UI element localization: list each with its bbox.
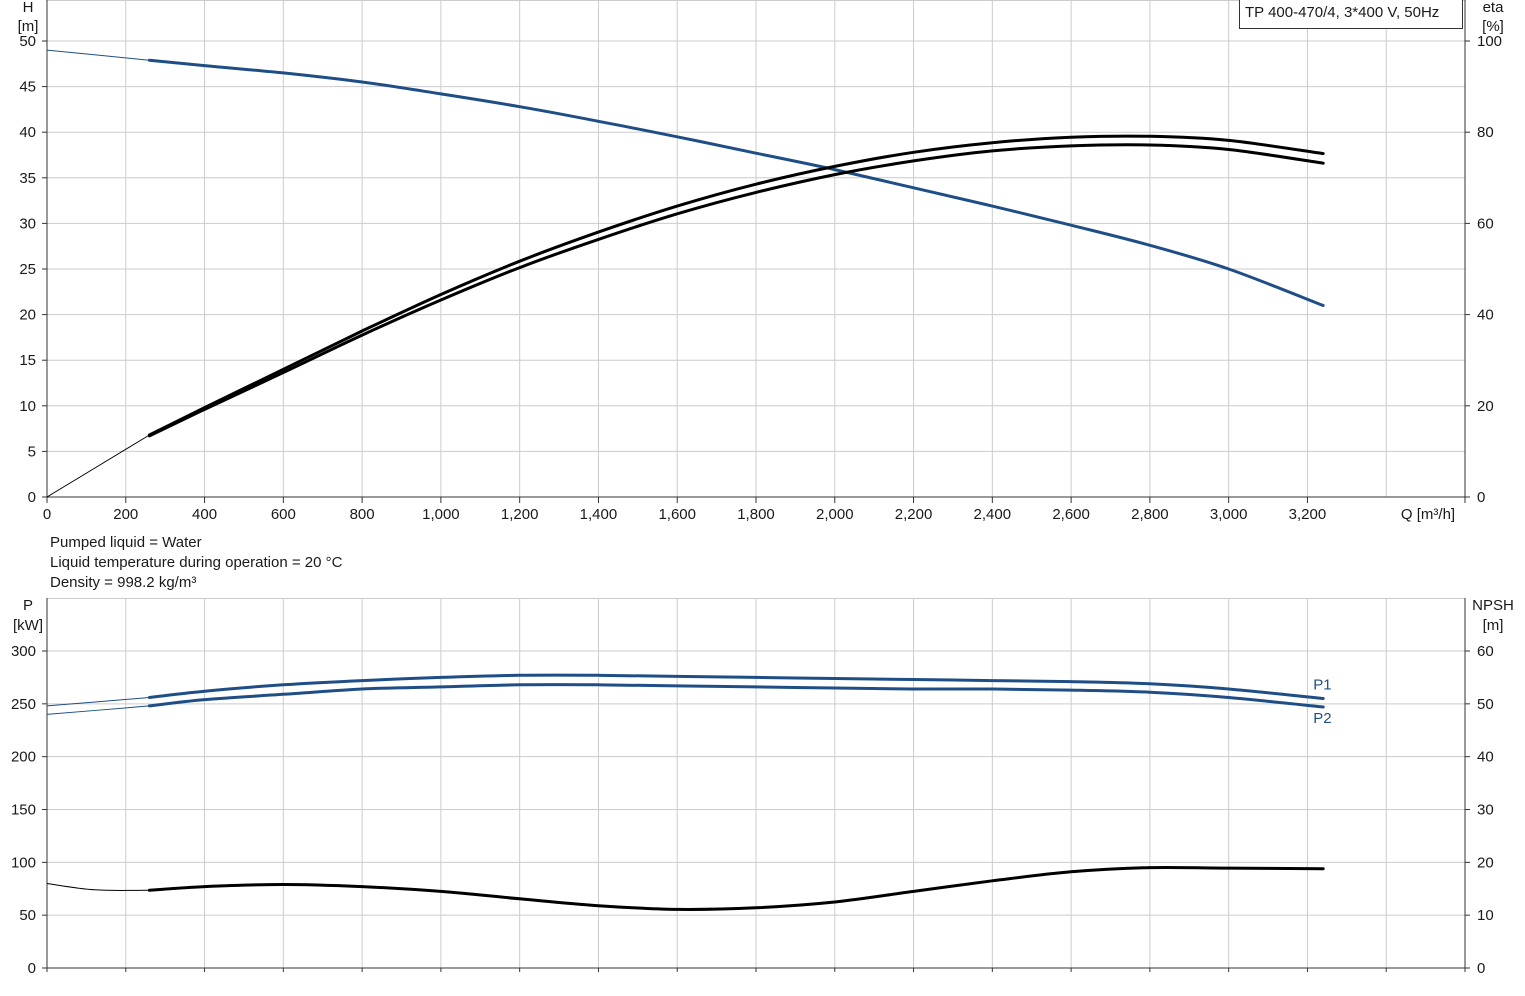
- x-tick-label: 1,000: [422, 506, 460, 523]
- x-tick-label: 1,800: [737, 506, 775, 523]
- y-right-tick-label: 20: [1477, 854, 1494, 871]
- series-eta1-extrapolated: [46, 434, 150, 498]
- y-left-tick-label: 5: [28, 443, 36, 460]
- x-axis-label: Q [m³/h]: [1401, 506, 1455, 523]
- y-right-tick-label: 40: [1477, 749, 1494, 766]
- y-left-tick-label: 300: [11, 643, 36, 660]
- y-right-axis-unit: [m]: [1483, 617, 1504, 634]
- y-left-tick-label: 0: [28, 489, 36, 506]
- y-left-tick-label: 40: [19, 124, 36, 141]
- series-npsh-line: [147, 865, 1325, 911]
- y-right-tick-label: 60: [1477, 643, 1494, 660]
- series-npsh-extrapolated: [46, 883, 150, 891]
- y-right-tick-label: 60: [1477, 215, 1494, 232]
- x-tick-label: 3,000: [1210, 506, 1248, 523]
- y-left-tick-label: 15: [19, 352, 36, 369]
- y-left-tick-label: 30: [19, 215, 36, 232]
- x-tick-label: 1,200: [501, 506, 539, 523]
- y-left-tick-label: 100: [11, 854, 36, 871]
- series-label-p2: P2: [1313, 710, 1331, 727]
- y-right-axis-unit: [%]: [1482, 18, 1504, 35]
- y-right-axis-label: eta: [1483, 0, 1505, 16]
- y-left-tick-label: 10: [19, 398, 36, 415]
- x-tick-label: 2,000: [816, 506, 854, 523]
- pump-model-label: TP 400-470/4, 3*400 V, 50Hz: [1239, 0, 1463, 29]
- y-right-tick-label: 10: [1477, 907, 1494, 924]
- y-left-axis-unit: [m]: [18, 18, 39, 35]
- y-right-axis-label: NPSH: [1472, 597, 1514, 614]
- series-p1-extrapolated: [46, 697, 150, 707]
- y-right-tick-label: 50: [1477, 696, 1494, 713]
- y-left-tick-label: 50: [19, 33, 36, 50]
- y-left-tick-label: 35: [19, 170, 36, 187]
- y-right-tick-label: 100: [1477, 33, 1502, 50]
- y-left-axis-label: P: [23, 597, 33, 614]
- x-tick-label: 3,200: [1289, 506, 1327, 523]
- series-eta1-line: [147, 134, 1325, 437]
- x-tick-label: 0: [43, 506, 51, 523]
- y-left-tick-label: 200: [11, 749, 36, 766]
- info-density: Density = 998.2 kg/m³: [50, 574, 197, 591]
- series-p2-extrapolated: [46, 705, 150, 715]
- pump-curve-chart: 05101520253035404550020406080100H[m]eta[…: [11, 0, 1514, 977]
- y-right-tick-label: 30: [1477, 802, 1494, 819]
- y-right-tick-label: 20: [1477, 398, 1494, 415]
- y-right-tick-label: 40: [1477, 307, 1494, 324]
- x-tick-label: 2,800: [1131, 506, 1169, 523]
- series-label-p1: P1: [1313, 677, 1331, 694]
- y-left-tick-label: 25: [19, 261, 36, 278]
- y-left-tick-label: 0: [28, 960, 36, 977]
- series-h-extrapolated: [46, 49, 150, 61]
- x-tick-label: 800: [350, 506, 375, 523]
- y-left-axis-label: H: [23, 0, 34, 16]
- x-tick-label: 1,400: [580, 506, 618, 523]
- y-left-tick-label: 20: [19, 307, 36, 324]
- y-left-tick-label: 150: [11, 802, 36, 819]
- y-right-tick-label: 80: [1477, 124, 1494, 141]
- y-left-axis-unit: [kW]: [13, 617, 43, 634]
- x-tick-label: 2,600: [1052, 506, 1090, 523]
- info-liquid-temperature: Liquid temperature during operation = 20…: [50, 554, 343, 571]
- x-tick-label: 2,400: [974, 506, 1012, 523]
- x-tick-label: 200: [113, 506, 138, 523]
- x-tick-label: 1,600: [658, 506, 696, 523]
- x-tick-label: 400: [192, 506, 217, 523]
- y-left-tick-label: 250: [11, 696, 36, 713]
- y-left-tick-label: 50: [19, 907, 36, 924]
- y-right-tick-label: 0: [1477, 489, 1485, 506]
- y-left-tick-label: 45: [19, 79, 36, 96]
- x-tick-label: 2,200: [895, 506, 933, 523]
- x-tick-label: 600: [271, 506, 296, 523]
- y-right-tick-label: 0: [1477, 960, 1485, 977]
- info-pumped-liquid: Pumped liquid = Water: [50, 534, 202, 551]
